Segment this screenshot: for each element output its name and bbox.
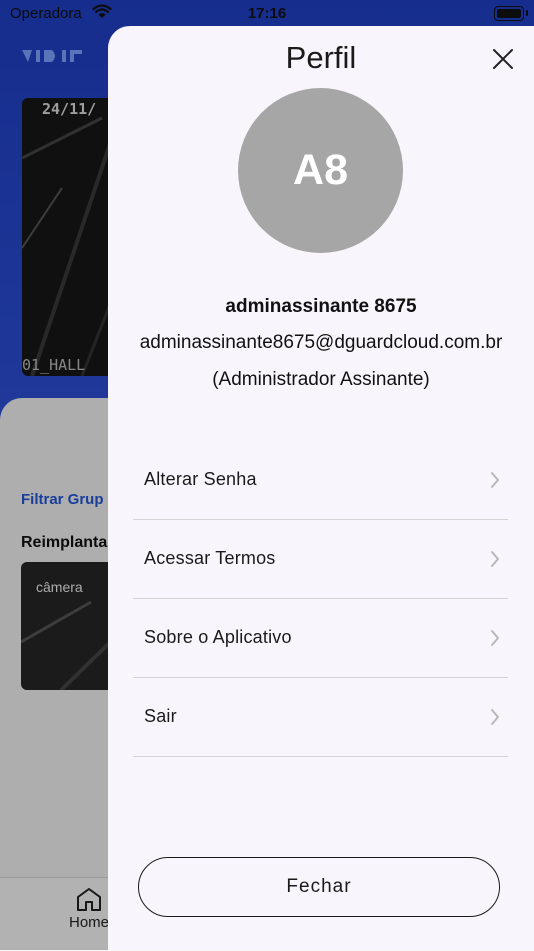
chevron-right-icon [491,472,499,488]
modal-title: Perfil [285,40,357,75]
menu-item-label: Sair [144,706,177,726]
menu-item-terms[interactable]: Acessar Termos [133,520,508,599]
profile-modal: Perfil A8 adminassinante 8675 adminassin… [108,26,534,950]
close-button[interactable]: Fechar [138,857,500,917]
close-icon[interactable] [488,44,518,74]
user-name: adminassinante 8675 [225,296,417,317]
user-email: adminassinante8675@dguardcloud.com.br [139,332,503,353]
chevron-right-icon [491,551,499,567]
menu-item-about-app[interactable]: Sobre o Aplicativo [133,599,508,678]
avatar-initials: A8 [293,146,348,194]
chevron-right-icon [491,630,499,646]
avatar: A8 [238,88,403,253]
menu-item-change-password[interactable]: Alterar Senha [133,441,508,520]
menu-item-logout[interactable]: Sair [133,678,508,757]
profile-menu: Alterar Senha Acessar Termos Sobre o Apl… [133,441,508,757]
chevron-right-icon [491,709,499,725]
menu-item-label: Sobre o Aplicativo [144,627,292,647]
menu-item-label: Acessar Termos [144,548,276,568]
user-role: (Administrador Assinante) [212,369,430,390]
menu-item-label: Alterar Senha [144,469,257,489]
